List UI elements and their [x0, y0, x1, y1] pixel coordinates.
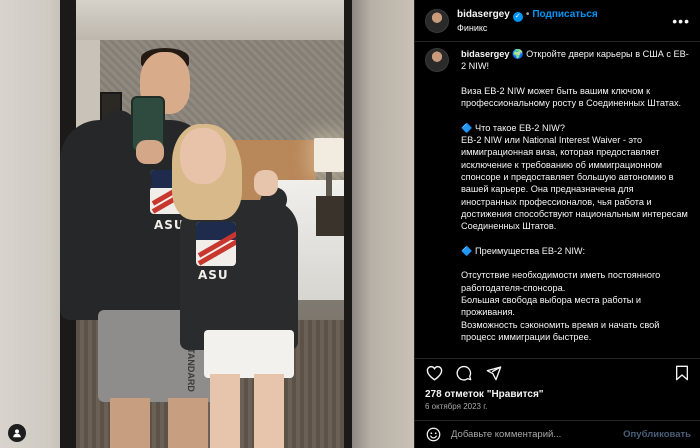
man-leg-right [168, 398, 208, 448]
bookmark-icon[interactable] [673, 364, 691, 382]
comment-bar: Опубликовать [415, 420, 700, 448]
publish-comment-button[interactable]: Опубликовать [623, 429, 691, 440]
wall-right [352, 0, 414, 448]
jersey-logo-2 [196, 222, 236, 266]
share-icon[interactable] [485, 364, 503, 382]
likes-count[interactable]: 278 отметок "Нравится" [425, 389, 544, 400]
man-leg-left [110, 398, 150, 448]
post-photo[interactable]: ASU STANDARD ASU [0, 0, 414, 448]
separator: • [525, 9, 530, 20]
user-tag-icon[interactable] [8, 424, 26, 442]
woman-face [180, 128, 226, 184]
woman-shorts [204, 330, 294, 378]
woman-leg-right [254, 374, 284, 448]
lamp [314, 138, 344, 172]
woman-hand [254, 170, 278, 196]
location-link[interactable]: Финикс [457, 22, 598, 35]
more-options-icon[interactable]: ••• [672, 13, 690, 29]
emoji-icon[interactable] [425, 427, 441, 443]
caption-body: bidasergey 🌍 Откройте двери карьеры в СШ… [461, 48, 691, 356]
caption-text: 🌍 Откройте двери карьеры в США с EB-2 NI… [461, 49, 689, 342]
ceiling [76, 0, 344, 40]
post-date[interactable]: 6 октября 2023 г. [425, 402, 487, 411]
action-bar [415, 358, 700, 386]
man-hand [136, 140, 164, 164]
caption-username[interactable]: bidasergey [461, 49, 510, 59]
caption-scroll[interactable]: bidasergey 🌍 Откройте двери карьеры в СШ… [415, 42, 700, 356]
avatar[interactable] [425, 8, 449, 33]
comment-input[interactable] [451, 429, 624, 440]
follow-button[interactable]: Подписаться [532, 9, 597, 20]
post-side-panel: bidasergey ✓ • Подписаться Финикс ••• bidas… [414, 0, 700, 448]
nightstand [316, 196, 344, 236]
comment-icon[interactable] [455, 364, 473, 382]
woman-leg-left [210, 374, 240, 448]
username-link[interactable]: bidasergey [457, 9, 510, 20]
jersey-text-2: ASU [198, 268, 229, 282]
verified-badge-icon: ✓ [512, 12, 523, 22]
heart-icon[interactable] [425, 364, 443, 382]
post-header: bidasergey ✓ • Подписаться Финикс ••• [415, 0, 700, 42]
caption-avatar[interactable] [425, 48, 449, 72]
lamp-base [326, 172, 332, 196]
